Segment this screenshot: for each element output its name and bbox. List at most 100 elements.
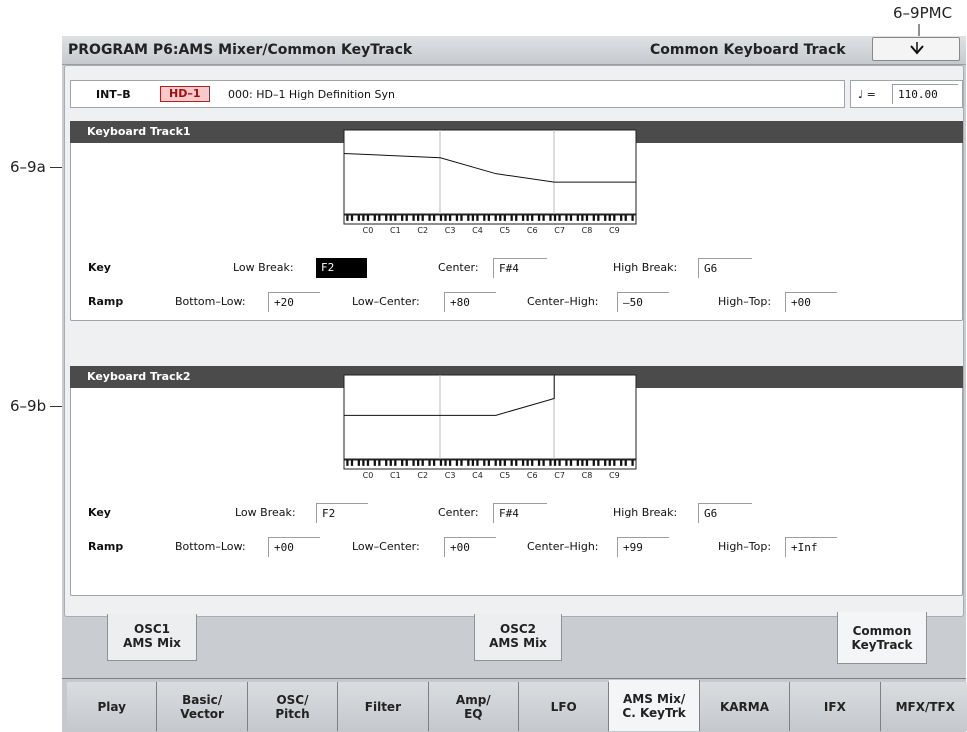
track2-black-key [510,460,513,466]
track1-black-key [401,215,404,221]
hd1-badge: HD–1 [160,86,210,102]
track1-octave-label: C2 [417,226,428,235]
tempo-field[interactable]: 110.00 [892,84,958,104]
track1-high-top-field[interactable]: +00 [785,292,837,312]
track2-octave-label: C7 [554,471,565,480]
subtab-osc2-ams-mix[interactable]: OSC2 AMS Mix [474,614,562,661]
page-tab-2[interactable]: Basic/Vector [157,682,248,731]
track2-high-top-field[interactable]: +Inf [785,537,837,557]
track2-key-label: Key [88,506,111,519]
track1-center-field[interactable]: F#4 [493,258,547,278]
page-tab-4[interactable]: Filter [338,682,429,731]
keytrack1-graph-svg: C0 C1 C2 C3 C4 C5 C6 C7 C8 C9 [343,129,637,235]
track2-octave-label: C2 [417,471,428,480]
track1-black-key [385,215,388,221]
track2-black-key [576,460,579,466]
track1-black-key [357,215,360,221]
track2-black-key [613,460,616,466]
track2-octave-label: C1 [390,471,401,480]
track2-black-key [592,460,595,466]
track2-center-field[interactable]: F#4 [493,503,547,523]
track1-black-key [499,215,502,221]
track1-bottom-low-label: Bottom–Low: [175,295,246,308]
page-tab-line1: Filter [364,699,401,714]
track1-low-break-field[interactable]: F2 [316,258,367,278]
track2-black-key [357,460,360,466]
track1-high-break-field[interactable]: G6 [698,258,752,278]
page-tab-text: AMS Mix/C. KeyTrk [622,692,685,720]
page-tab-6[interactable]: LFO [519,682,610,731]
track1-black-key [394,215,397,221]
track1-center-label: Center: [438,261,479,274]
track1-black-key [448,215,452,221]
page-tab-8[interactable]: KARMA [699,682,791,731]
callout-label-b: 6–9b [10,397,47,415]
track1-low-center-field[interactable]: +80 [444,292,496,312]
track2-black-key [417,460,420,466]
page-tab-10[interactable]: MFX/TFX [880,682,967,731]
page-tab-text: LFO [551,700,577,714]
track2-black-key [531,460,534,466]
page-tab-1[interactable]: Play [67,682,158,731]
track1-low-center-label: Low–Center: [352,295,420,308]
track1-black-key [378,215,381,221]
page-tab-line2: EQ [464,706,483,721]
track1-black-key [439,215,443,221]
track1-black-key [346,215,349,221]
track2-bottom-low-field[interactable]: +00 [268,537,320,557]
page-tab-5[interactable]: Amp/EQ [428,682,519,731]
track1-black-key [417,215,420,221]
track2-black-key [378,460,381,466]
track2-graph-frame [343,374,637,460]
track2-black-key [537,460,541,466]
page-tab-line1: Amp/ [455,692,491,707]
track2-octave-label: C5 [500,471,511,480]
tempo-note-icon: ♩ = [858,88,876,101]
track2-black-key [471,460,475,466]
keytrack1-graph: C0 C1 C2 C3 C4 C5 C6 C7 C8 C9 [343,129,639,239]
page-tab-line1: Basic/ [182,692,223,707]
subtab-osc1-line2: AMS Mix [123,636,181,650]
track2-black-key [499,460,502,466]
track2-octave-label: C6 [527,471,538,480]
track2-black-key [526,460,529,466]
page-tab-line2: Pitch [275,706,310,721]
track1-bottom-low-field[interactable]: +20 [268,292,320,312]
track1-black-key [476,215,479,221]
track1-black-key [631,215,634,221]
track2-black-key [608,460,611,466]
subtab-osc1-ams-mix[interactable]: OSC1 AMS Mix [107,614,197,661]
page-tab-3[interactable]: OSC/Pitch [247,682,339,731]
page-tab-line1: AMS Mix/ [622,691,686,706]
track1-octave-label: C5 [500,226,511,235]
track1-key-label: Key [88,261,111,274]
track2-high-break-field[interactable]: G6 [698,503,752,523]
track1-black-key [405,215,408,221]
subtab-common-keytrack[interactable]: Common KeyTrack [837,612,927,664]
track1-black-key [526,215,529,221]
page-menu-button[interactable] [872,37,960,61]
track2-black-key [350,460,354,466]
page-tab-line1: Play [97,699,126,714]
track2-low-center-field[interactable]: +00 [444,537,496,557]
track2-black-key [604,460,607,466]
subtab-osc1-line1: OSC1 [134,622,170,636]
track1-center-high-label: Center–High: [527,295,599,308]
page-tab-7[interactable]: AMS Mix/C. KeyTrk [609,680,700,731]
page-tab-text: Basic/Vector [180,693,224,721]
track2-octave-label: C9 [609,471,620,480]
track2-ramp-label: Ramp [88,540,124,553]
program-name: 000: HD–1 High Definition Syn [228,88,395,101]
track2-black-key [432,460,436,466]
page-tab-9[interactable]: IFX [790,682,881,731]
track2-black-key [439,460,443,466]
track2-black-key [401,460,404,466]
track1-black-key [592,215,595,221]
track1-center-high-field[interactable]: –50 [617,292,669,312]
track2-center-high-field[interactable]: +99 [617,537,669,557]
track2-black-key [503,460,506,466]
track2-black-key [389,460,392,466]
track2-low-break-field[interactable]: F2 [316,503,368,523]
track1-black-key [389,215,392,221]
page-name: Common Keyboard Track [650,42,846,58]
